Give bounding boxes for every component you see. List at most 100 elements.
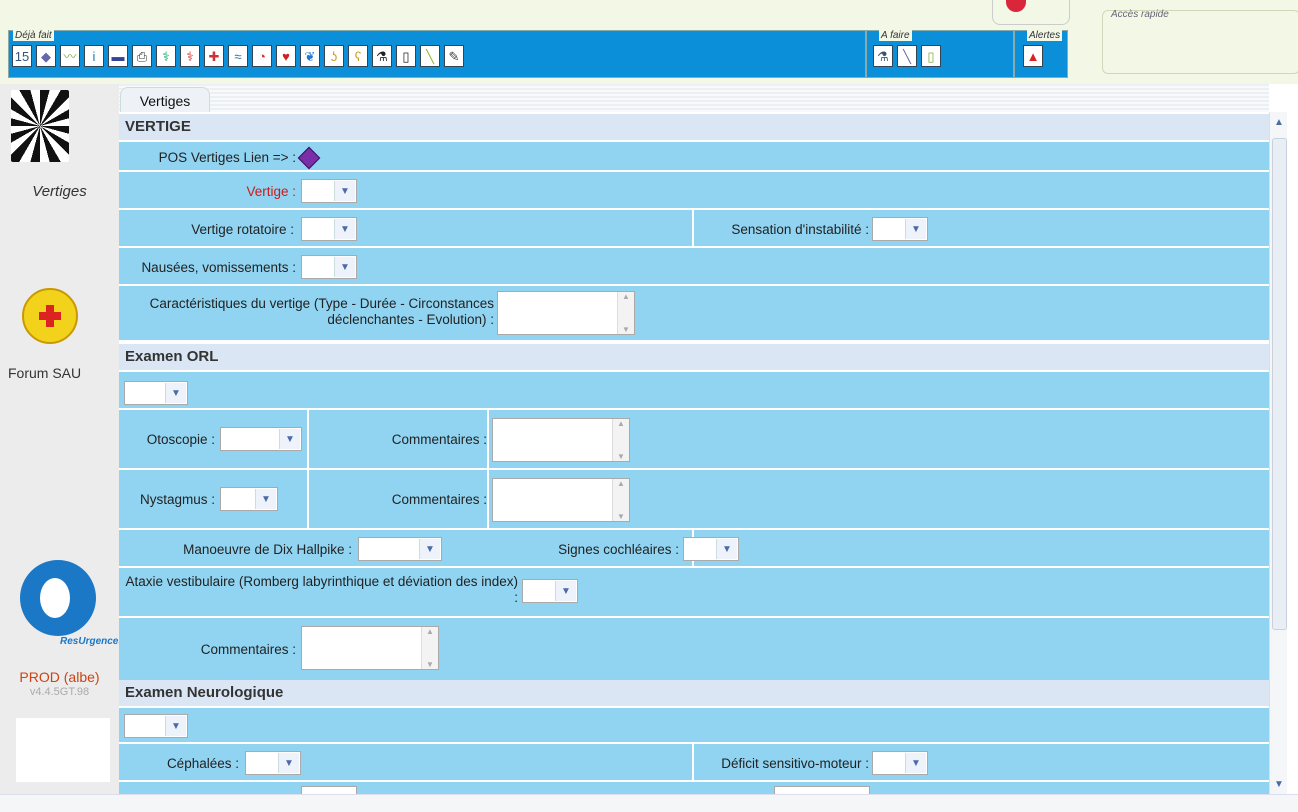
resurgences-logo-swoosh <box>40 578 70 618</box>
urgences-nancy-logo-icon[interactable] <box>22 288 78 344</box>
ataxie-label: Ataxie vestibulaire (Romberg labyrinthiq… <box>125 574 518 605</box>
cephalees-select[interactable]: ▼ <box>245 751 301 775</box>
partial-select[interactable] <box>774 786 870 794</box>
nystagmus-commentaires-textarea[interactable]: ▲ ▼ <box>492 478 630 522</box>
alert-tab[interactable] <box>992 0 1070 25</box>
nystagmus-select[interactable]: ▼ <box>220 487 278 511</box>
form-cell: POS Vertiges Lien => : <box>119 142 1269 170</box>
tab-strip <box>119 84 1269 112</box>
form-row-partial <box>119 782 1269 794</box>
otoscopie-select[interactable]: ▼ <box>220 427 302 451</box>
ecg-icon[interactable]: ≈ <box>228 45 248 67</box>
form-cell: Céphalées : ▼ <box>119 744 694 780</box>
hospital-icon[interactable]: ✚ <box>204 45 224 67</box>
chevron-down-icon: ▼ <box>165 716 186 736</box>
sidebar-title: Vertiges <box>32 183 87 200</box>
caracteristiques-textarea[interactable]: ▲ ▼ <box>497 291 635 335</box>
textarea-scrollbar[interactable]: ▲ ▼ <box>421 627 438 669</box>
chart-icon[interactable]: 〰 <box>60 45 80 67</box>
textarea-scrollbar[interactable]: ▲ ▼ <box>612 419 629 461</box>
pen-icon[interactable]: ✎ <box>444 45 464 67</box>
scroll-up-icon[interactable]: ▲ <box>1270 114 1288 130</box>
chevron-down-icon: ▼ <box>278 753 299 773</box>
ataxie-select[interactable]: ▼ <box>522 579 578 603</box>
form-row: Caractéristiques du vertige (Type - Duré… <box>119 286 1269 342</box>
caduceus-icon[interactable]: ⚕ <box>156 45 176 67</box>
head-icon[interactable]: ◔ <box>252 45 272 67</box>
rotatoire-select[interactable]: ▼ <box>301 217 357 241</box>
caduceus-alt-icon[interactable]: ⚕ <box>180 45 200 67</box>
notebook-icon[interactable]: ▬ <box>108 45 128 67</box>
otoscopie-commentaires-label: Commentaires : <box>391 432 487 447</box>
heart-icon[interactable]: ♥ <box>276 45 296 67</box>
textarea-scrollbar[interactable]: ▲ ▼ <box>617 292 634 334</box>
form-cell: Nystagmus : ▼ <box>119 470 309 528</box>
caracteristiques-label: Caractéristiques du vertige (Type - Duré… <box>149 296 494 327</box>
a-faire-group: A faire ⚗ ╲ ▯ <box>866 30 1014 78</box>
chevron-down-icon: ▼ <box>334 181 355 201</box>
deja-fait-title: Déjà fait <box>13 30 54 41</box>
stomach-icon[interactable]: ʖ <box>324 45 344 67</box>
book-icon[interactable] <box>297 146 321 170</box>
person-info-icon[interactable]: i <box>84 45 104 67</box>
swirl-logo-icon <box>11 90 69 162</box>
neuro-select[interactable]: ▼ <box>124 714 188 738</box>
vertical-scrollbar[interactable]: ▲ ▼ <box>1269 112 1288 794</box>
syringe-icon[interactable]: ╲ <box>897 45 917 67</box>
chevron-down-icon: ▼ <box>255 489 276 509</box>
book-icon[interactable]: ◆ <box>36 45 56 67</box>
top-toolbar: Déjà fait 15 ◆ 〰 i ▬ ⎙ ⚕ ⚕ ✚ ≈ ◔ ♥ ❦ ʖ ʕ ⚗ ▯ ╲ ✎ A faire ⚗… <box>0 0 1298 84</box>
dix-hallpike-select[interactable]: ▼ <box>358 537 442 561</box>
pos-link-label: POS Vertiges Lien => : <box>158 150 296 165</box>
chevron-down-icon: ▼ <box>419 539 440 559</box>
clipboard-icon[interactable]: ▯ <box>921 45 941 67</box>
instabilite-select[interactable]: ▼ <box>872 217 928 241</box>
calendar-15-icon[interactable]: 15 <box>12 45 32 67</box>
bone-icon[interactable]: ʕ <box>348 45 368 67</box>
form-row: Nystagmus : ▼ Commentaires : ▲ ▼ <box>119 470 1269 530</box>
partial-select[interactable] <box>301 786 357 794</box>
cochleaires-select[interactable]: ▼ <box>683 537 739 561</box>
form-cell: Vertige rotatoire : ▼ <box>119 210 694 246</box>
form-row: Vertige rotatoire : ▼ Sensation d'instab… <box>119 210 1269 248</box>
vertige-label: Vertige : <box>246 184 296 199</box>
textarea-scrollbar[interactable]: ▲ ▼ <box>612 479 629 521</box>
rotatoire-label: Vertige rotatoire : <box>191 222 294 237</box>
ataxie-commentaires-textarea[interactable]: ▲ ▼ <box>301 626 439 670</box>
right-panel-edge <box>1287 112 1298 794</box>
warning-icon[interactable]: ▲ <box>1023 45 1043 67</box>
bottom-status-bar <box>0 794 1298 812</box>
deficit-select[interactable]: ▼ <box>872 751 928 775</box>
printer-icon[interactable]: ⎙ <box>132 45 152 67</box>
deja-fait-group: Déjà fait 15 ◆ 〰 i ▬ ⎙ ⚕ ⚕ ✚ ≈ ◔ ♥ ❦ ʖ ʕ ⚗ ▯ ╲ ✎ <box>8 30 866 78</box>
nystagmus-commentaires-label: Commentaires : <box>391 492 487 507</box>
chevron-down-icon: ▼ <box>555 581 576 601</box>
form-cell: Vertige : ▼ <box>119 172 1269 208</box>
deficit-label: Déficit sensitivo-moteur : <box>721 756 869 771</box>
form-row: ▼ <box>119 708 1269 744</box>
forum-link[interactable]: Forum SAU <box>8 365 81 381</box>
acces-rapide-title: Accès rapide <box>1111 9 1169 20</box>
lungs-icon[interactable]: ❦ <box>300 45 320 67</box>
section-title-orl: Examen ORL <box>119 344 1269 370</box>
chevron-down-icon: ▼ <box>716 539 737 559</box>
form-cell: Sensation d'instabilité : ▼ <box>694 210 1269 246</box>
ataxie-commentaires-label: Commentaires : <box>200 642 296 657</box>
clipboard-icon[interactable]: ▯ <box>396 45 416 67</box>
otoscopie-commentaires-textarea[interactable]: ▲ ▼ <box>492 418 630 462</box>
scroll-thumb[interactable] <box>1272 138 1287 630</box>
section-title-neuro: Examen Neurologique <box>119 680 1269 706</box>
nystagmus-label: Nystagmus : <box>139 492 215 507</box>
microscope-icon[interactable]: ⚗ <box>372 45 392 67</box>
microscope-icon[interactable]: ⚗ <box>873 45 893 67</box>
orl-select[interactable]: ▼ <box>124 381 188 405</box>
vertige-select[interactable]: ▼ <box>301 179 357 203</box>
nausees-select[interactable]: ▼ <box>301 255 357 279</box>
acces-rapide-panel: Accès rapide <box>1102 9 1298 74</box>
section-title-vertige: VERTIGE <box>119 114 1269 140</box>
tab-vertiges[interactable]: Vertiges <box>120 87 210 113</box>
scroll-down-icon[interactable]: ▼ <box>1270 776 1288 792</box>
form-content: VERTIGE POS Vertiges Lien => : Vertige :… <box>119 112 1269 794</box>
syringe-icon[interactable]: ╲ <box>420 45 440 67</box>
form-row: Commentaires : ▲ ▼ <box>119 618 1269 682</box>
